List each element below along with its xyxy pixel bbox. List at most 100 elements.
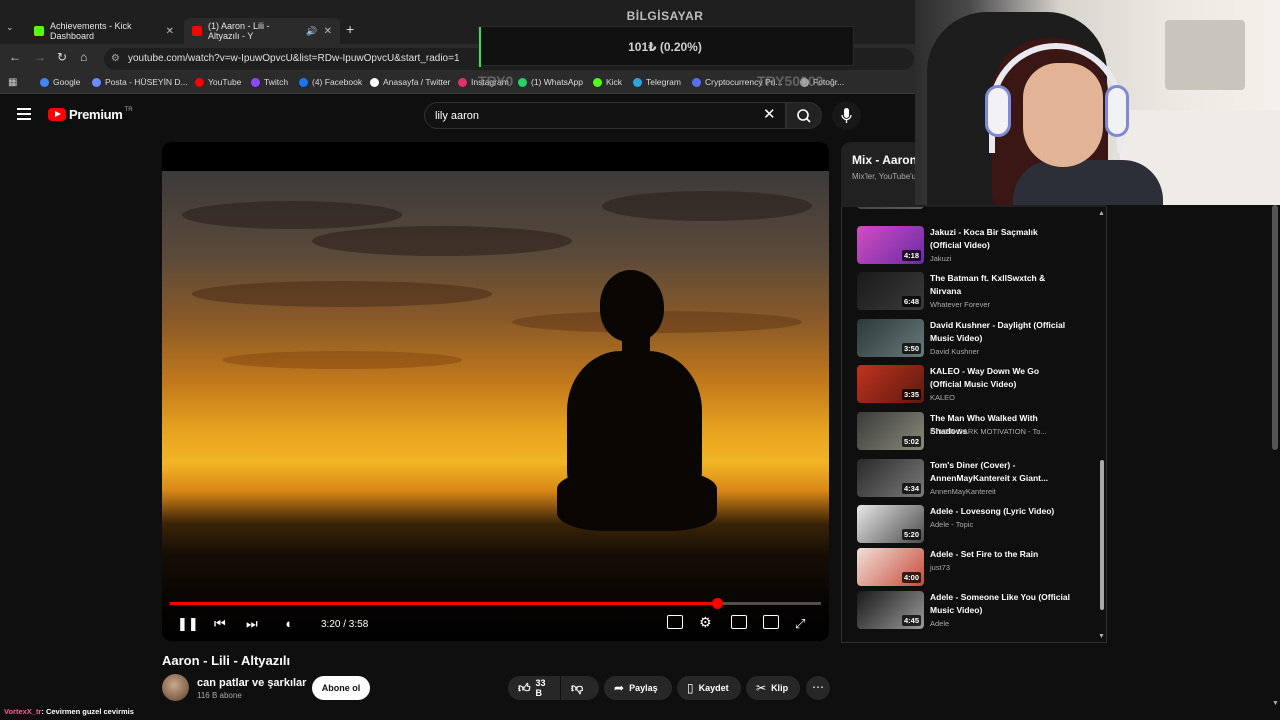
tab-youtube-video[interactable]: (1) Aaron - Lili - Altyazılı - Y 🔊 ✕ xyxy=(184,18,340,44)
playlist-item-thumbnail[interactable]: 6:48 xyxy=(857,272,924,310)
youtube-favicon-icon xyxy=(192,26,202,36)
channel-avatar[interactable] xyxy=(162,674,189,701)
thumbs-down-icon: 👎︎ xyxy=(571,680,584,695)
playlist-item[interactable]: 4:34 Tom's Diner (Cover) - AnnenMayKanter… xyxy=(857,459,1102,499)
playlist-item-title[interactable]: Adele - Lovesong (Lyric Video) xyxy=(930,505,1070,518)
pause-icon[interactable]: ❚❚ xyxy=(177,616,199,632)
progress-bar[interactable] xyxy=(170,598,821,609)
new-tab-button[interactable]: + xyxy=(346,21,354,37)
playlist-item-title[interactable]: David Kushner - Daylight (Official Music… xyxy=(930,319,1070,345)
miniplayer-icon[interactable] xyxy=(731,615,747,629)
next-icon[interactable]: ⏭ xyxy=(246,616,258,632)
bookmark-item[interactable]: Anasayfa / Twitter xyxy=(370,77,450,87)
bookmark-favicon-icon xyxy=(692,77,701,87)
page-scroll-thumb[interactable] xyxy=(1272,205,1278,450)
progress-scrubber[interactable] xyxy=(711,598,723,609)
page-scrollbar[interactable]: ▼ xyxy=(1270,205,1280,707)
goal-progress-bar xyxy=(479,27,481,67)
stream-goal-max: TRY50000 xyxy=(757,73,824,89)
volume-icon[interactable]: ◖ xyxy=(284,616,292,631)
save-button[interactable]: ▯ Kaydet xyxy=(677,676,741,700)
more-actions-button[interactable]: ⋯ xyxy=(806,676,830,700)
bookmark-label: Kick xyxy=(606,77,623,87)
like-count: 33 B xyxy=(535,678,546,698)
playlist-item-thumbnail[interactable]: 4:45 xyxy=(857,591,924,629)
playlist-item[interactable]: 4:00 Adele - Set Fire to the Rain just73 xyxy=(857,548,1102,588)
bookmark-favicon-icon xyxy=(633,77,642,87)
scroll-down-icon[interactable]: ▼ xyxy=(1098,633,1105,640)
playlist-item-title[interactable]: Tom's Diner (Cover) - AnnenMayKantereit … xyxy=(930,459,1070,485)
bookmark-item[interactable]: Posta - HÜSEYİN D... xyxy=(92,77,188,87)
playlist-item-title[interactable]: Adele - Someone Like You (Official Music… xyxy=(930,591,1070,617)
menu-icon[interactable] xyxy=(17,108,31,120)
close-tab-icon[interactable]: ✕ xyxy=(166,26,174,37)
playlist-item-title[interactable]: Jakuzi - Koca Bir Saçmalık (Official Vid… xyxy=(930,226,1070,252)
cast-icon[interactable] xyxy=(763,615,779,629)
like-button[interactable]: 👍︎ 33 B xyxy=(508,676,560,700)
tab-title: (1) Aaron - Lili - Altyazılı - Y xyxy=(208,21,270,41)
back-arrow-icon[interactable]: ← xyxy=(9,50,21,64)
fullscreen-icon[interactable]: ⤢ xyxy=(795,616,805,632)
forward-arrow-icon[interactable]: → xyxy=(34,50,46,64)
page-scroll-down-icon[interactable]: ▼ xyxy=(1272,700,1279,707)
bookmark-item[interactable]: (1) WhatsApp xyxy=(518,77,583,87)
playlist-item-thumbnail[interactable]: 4:26 xyxy=(857,207,924,209)
playlist-item-thumbnail[interactable]: 5:20 xyxy=(857,505,924,543)
search-button[interactable] xyxy=(786,102,822,129)
search-input[interactable]: lily aaron xyxy=(424,102,786,129)
bookmark-label: YouTube xyxy=(208,77,242,87)
playlist-item-title[interactable]: The Batman ft. KxllSwxtch & Nirvana xyxy=(930,272,1070,298)
bookmark-item[interactable]: YouTube xyxy=(195,77,241,87)
playlist-item[interactable]: 6:48 The Batman ft. KxllSwxtch & Nirvana W… xyxy=(857,272,1102,312)
playlist-item[interactable]: 4:26batu xyxy=(857,207,1102,211)
playlist-item-title[interactable]: KALEO - Way Down We Go (Official Music V… xyxy=(930,365,1070,391)
playlist-item-duration: 4:18 xyxy=(901,250,921,261)
playlist-item-thumbnail[interactable]: 4:18 xyxy=(857,226,924,264)
playlist-item-channel: KALEO xyxy=(930,393,956,402)
youtube-logo[interactable]: Premium TR xyxy=(48,107,133,122)
bookmark-item[interactable]: (4) Facebook xyxy=(299,77,362,87)
video-player[interactable]: ❚❚ ⏮ ⏭ ◖ 3:20 / 3:58 ⚙ ⤢ xyxy=(162,142,829,641)
settings-gear-icon[interactable]: ⚙ xyxy=(699,614,712,631)
reload-icon[interactable]: ↻ xyxy=(57,50,67,64)
bookmark-favicon-icon xyxy=(299,77,308,87)
previous-icon[interactable]: ⏮ xyxy=(214,616,226,632)
apps-grid-icon[interactable]: ▦ xyxy=(8,77,17,88)
playlist-item-thumbnail[interactable]: 4:00 xyxy=(857,548,924,586)
bookmark-item[interactable]: Kick xyxy=(593,77,622,87)
home-icon[interactable]: ⌂ xyxy=(80,50,87,64)
scroll-up-icon[interactable]: ▲ xyxy=(1098,210,1105,217)
search-icon xyxy=(797,109,811,123)
playlist-item-duration: 6:48 xyxy=(901,296,921,307)
voice-search-button[interactable] xyxy=(832,101,861,130)
playlist-item-thumbnail[interactable]: 5:02 xyxy=(857,412,924,450)
playlist-item[interactable]: 4:18 Jakuzi - Koca Bir Saçmalık (Official… xyxy=(857,226,1102,266)
playlist-item[interactable]: 3:50 David Kushner - Daylight (Official M… xyxy=(857,319,1102,359)
bookmark-item[interactable]: Twitch xyxy=(251,77,288,87)
subscribe-button[interactable]: Abone ol xyxy=(312,676,370,700)
playlist-item-thumbnail[interactable]: 3:35 xyxy=(857,365,924,403)
dislike-button[interactable]: 👎︎ xyxy=(561,676,599,700)
bookmark-item[interactable]: Google xyxy=(40,77,80,87)
chat-text: : Cevirmen guzel cevirmis xyxy=(41,707,134,716)
audio-playing-icon[interactable]: 🔊 xyxy=(306,26,317,37)
bookmark-item[interactable]: Telegram xyxy=(633,77,681,87)
subtitles-icon[interactable] xyxy=(667,615,683,629)
close-tab-icon[interactable]: ✕ xyxy=(324,26,332,37)
bookmark-label: Telegram xyxy=(646,77,681,87)
share-button[interactable]: ➦ Paylaş xyxy=(604,676,672,700)
playlist-item[interactable]: 3:35 KALEO - Way Down We Go (Official Mus… xyxy=(857,365,1102,405)
stream-goal-title: BİLGİSAYAR xyxy=(626,9,704,23)
playlist-item[interactable]: 5:02 The Man Who Walked With Shadows ÉTHER… xyxy=(857,412,1102,452)
playlist-item[interactable]: 4:45 Adele - Someone Like You (Official M… xyxy=(857,591,1102,631)
playlist-item[interactable]: 5:20 Adele - Lovesong (Lyric Video) Adele … xyxy=(857,505,1102,545)
playlist-item-thumbnail[interactable]: 4:34 xyxy=(857,459,924,497)
site-info-icon[interactable]: ⚙ xyxy=(111,53,120,64)
tab-search-chevron-icon[interactable]: ⌄ xyxy=(6,22,20,36)
channel-name[interactable]: can patlar ve şarkılar xyxy=(197,677,306,689)
clip-button[interactable]: ✂ Klip xyxy=(746,676,800,700)
playlist-item-title[interactable]: Adele - Set Fire to the Rain xyxy=(930,548,1070,561)
tab-kick-dashboard[interactable]: Achievements - Kick Dashboard ✕ xyxy=(26,18,182,44)
clear-search-icon[interactable]: ✕ xyxy=(763,105,776,123)
playlist-item-thumbnail[interactable]: 3:50 xyxy=(857,319,924,357)
